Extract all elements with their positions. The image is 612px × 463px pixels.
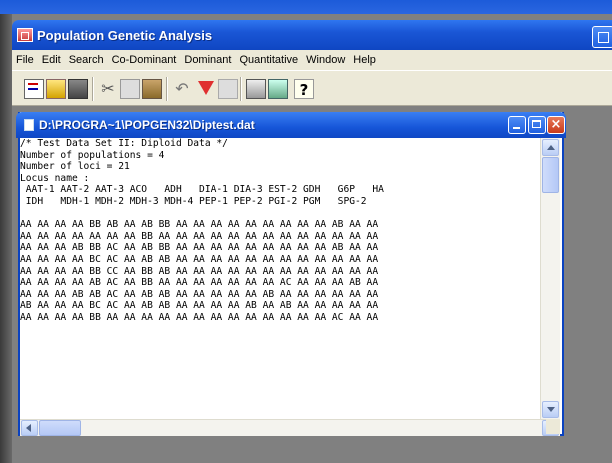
text-line: AB AA AA AA BC AC AA AB AB AA AA AA AA A… <box>20 300 379 312</box>
horizontal-scrollbar[interactable] <box>20 419 560 436</box>
text-line: AA AA AA AA BB AA AA AA AA AA AA AA AA A… <box>20 311 379 323</box>
vertical-scroll-thumb[interactable] <box>542 157 559 193</box>
menu-quantitative[interactable]: Quantitative <box>235 54 302 66</box>
text-line: AA AA AA AB AB AC AA AB AB AA AA AA AA A… <box>20 288 379 300</box>
text-line: Number of loci = 21 <box>20 161 130 173</box>
text-line: AAT-1 AAT-2 AAT-3 ACO ADH DIA-1 DIA-3 ES… <box>20 184 384 196</box>
document-icon <box>24 119 34 131</box>
help-icon[interactable]: ? <box>294 79 314 99</box>
save-icon[interactable] <box>68 79 88 99</box>
undo-icon[interactable]: ↶ <box>172 79 192 99</box>
text-line: AA AA AA AA BC AC AA AB AB AA AA AA AA A… <box>20 253 379 265</box>
text-line <box>20 208 540 220</box>
close-button[interactable]: × <box>547 116 565 134</box>
open-folder-icon[interactable] <box>46 79 66 99</box>
maximize-button[interactable] <box>528 116 546 134</box>
resize-grip-icon[interactable] <box>546 419 560 434</box>
toolbar-separator <box>92 77 93 101</box>
cut-icon[interactable]: ✂ <box>98 79 118 99</box>
app-title-bar[interactable]: Population Genetic Analysis <box>12 20 612 50</box>
calculator-icon[interactable] <box>268 79 288 99</box>
app-title: Population Genetic Analysis <box>37 27 213 43</box>
text-line: AA AA AA AA BB AB AA AB BB AA AA AA AA A… <box>20 219 379 231</box>
document-text-area[interactable]: /* Test Data Set II: Diploid Data */Numb… <box>20 138 540 418</box>
menu-file[interactable]: File <box>12 54 38 66</box>
text-line: Locus name : <box>20 172 90 184</box>
text-line: IDH MDH-1 MDH-2 MDH-3 MDH-4 PEP-1 PEP-2 … <box>20 195 367 207</box>
scroll-left-icon[interactable] <box>21 420 38 436</box>
text-line: AA AA AA AA AA AA AA BB AA AA AA AA AA A… <box>20 230 379 242</box>
document-title-bar[interactable]: D:\PROGRA~1\POPGEN32\Diptest.dat × <box>16 112 566 138</box>
app-restore-button[interactable] <box>592 26 612 48</box>
menu-dominant[interactable]: Dominant <box>180 54 235 66</box>
text-line: /* Test Data Set II: Diploid Data */ <box>20 138 228 149</box>
text-line: Number of populations = 4 <box>20 149 165 161</box>
text-line: AA AA AA AB BB AC AA AB BB AA AA AA AA A… <box>20 242 379 254</box>
desktop-left-edge <box>0 14 12 463</box>
filter-icon[interactable] <box>196 79 216 99</box>
vertical-scrollbar[interactable] <box>540 138 560 419</box>
text-line: AA AA AA AA BB CC AA BB AB AA AA AA AA A… <box>20 265 379 277</box>
copy-icon[interactable] <box>120 79 140 99</box>
paste-icon[interactable] <box>142 79 162 99</box>
menu-help[interactable]: Help <box>349 54 380 66</box>
print-icon[interactable] <box>246 79 266 99</box>
menu-window[interactable]: Window <box>302 54 349 66</box>
menu-bar: File Edit Search Co-Dominant Dominant Qu… <box>12 50 612 70</box>
app-icon <box>17 28 33 42</box>
horizontal-scroll-thumb[interactable] <box>39 420 81 436</box>
toolbar-separator <box>240 77 241 101</box>
scroll-down-icon[interactable] <box>542 401 559 418</box>
menu-co-dominant[interactable]: Co-Dominant <box>108 54 181 66</box>
document-title: D:\PROGRA~1\POPGEN32\Diptest.dat <box>39 118 255 132</box>
text-line: AA AA AA AA AB AC AA BB AA AA AA AA AA A… <box>20 277 379 289</box>
desktop-top-strip <box>0 0 612 14</box>
new-file-icon[interactable] <box>24 79 44 99</box>
toolbar: ✂ ↶ ? <box>12 70 612 106</box>
menu-edit[interactable]: Edit <box>38 54 65 66</box>
minimize-button[interactable] <box>508 116 526 134</box>
toolbar-separator <box>166 77 167 101</box>
scroll-up-icon[interactable] <box>542 139 559 156</box>
filter-clear-icon[interactable] <box>218 79 238 99</box>
menu-search[interactable]: Search <box>65 54 108 66</box>
